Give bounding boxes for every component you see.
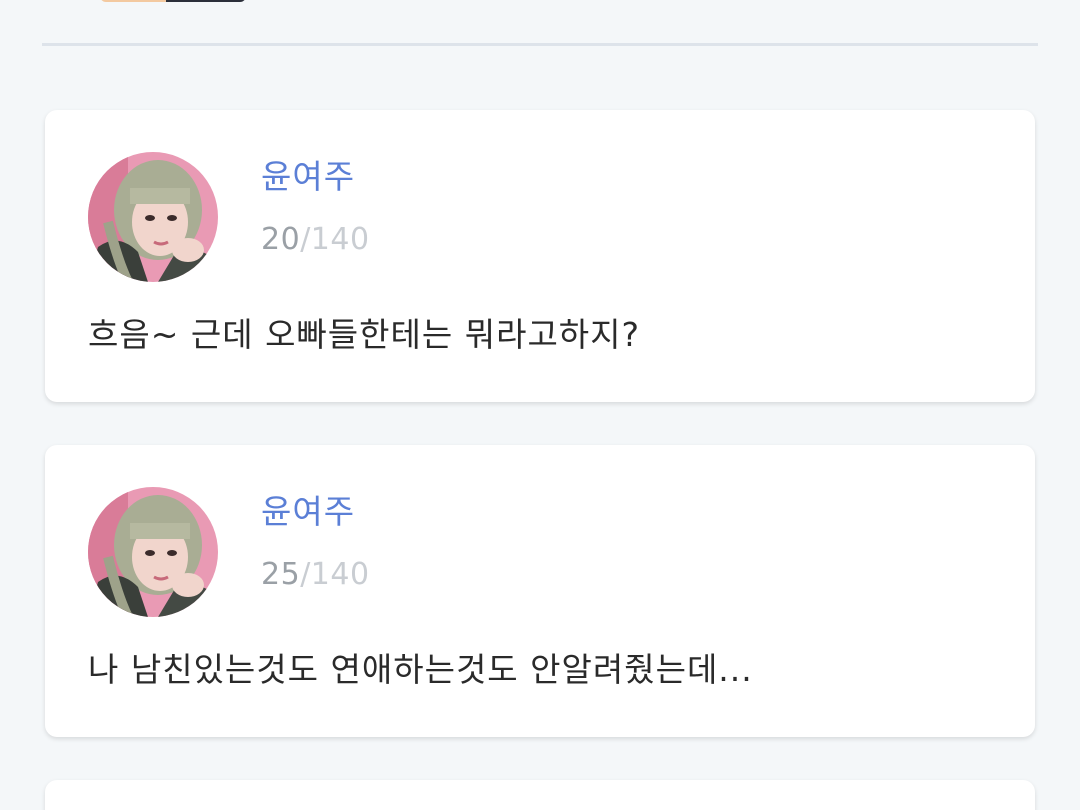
author-name[interactable]: 윤여주	[261, 150, 355, 198]
character-counter: 25/140	[261, 557, 370, 592]
avatar[interactable]	[88, 487, 218, 617]
message-text: 흐음~ 근데 오빠들한테는 뭐라고하지?	[88, 315, 641, 354]
partial-image-thumbnail[interactable]	[100, 0, 246, 2]
counter-separator: /	[300, 557, 311, 592]
character-limit: 140	[310, 557, 370, 592]
character-count: 20	[261, 222, 301, 257]
post-card[interactable]: 윤여주 25/140 나 남친있는것도 연애하는것도 안알려줬는데...	[45, 445, 1035, 737]
character-counter: 20/140	[261, 222, 370, 257]
chat-feed: 윤여주 20/140 흐음~ 근데 오빠들한테는 뭐라고하지? 윤여주 25/1…	[0, 0, 1080, 810]
post-card[interactable]	[45, 780, 1035, 810]
character-count: 25	[261, 557, 301, 592]
character-limit: 140	[310, 222, 370, 257]
counter-separator: /	[300, 222, 311, 257]
author-name[interactable]: 윤여주	[261, 485, 355, 533]
avatar[interactable]	[88, 152, 218, 282]
post-card[interactable]: 윤여주 20/140 흐음~ 근데 오빠들한테는 뭐라고하지?	[45, 110, 1035, 402]
message-text: 나 남친있는것도 연애하는것도 안알려줬는데...	[88, 650, 753, 689]
section-divider	[42, 43, 1038, 46]
